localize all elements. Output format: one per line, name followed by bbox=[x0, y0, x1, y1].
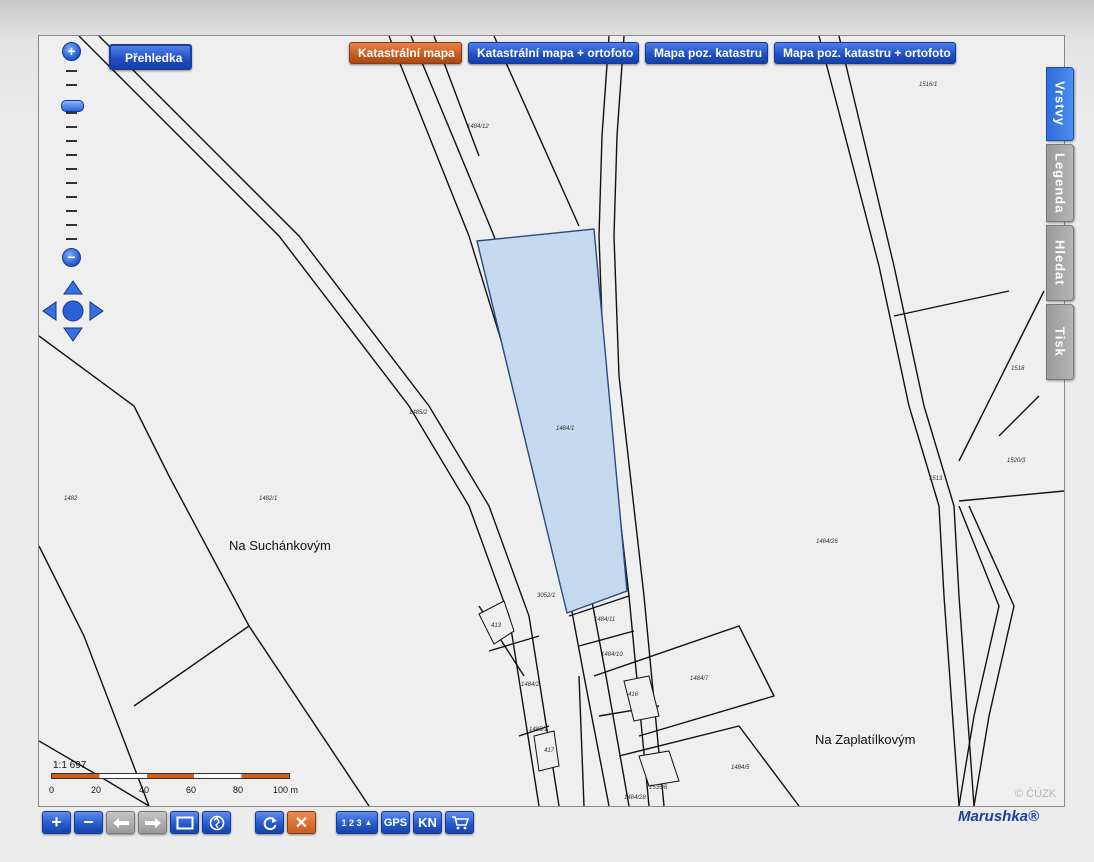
tab-legend[interactable]: Legenda bbox=[1046, 144, 1074, 222]
parcel-number: 1484/5 bbox=[731, 765, 750, 771]
parcel-number: 1484/12 bbox=[467, 124, 489, 130]
overview-button[interactable]: Přehledka bbox=[109, 44, 193, 70]
brand-logo: Marushka® bbox=[958, 808, 1040, 825]
parcel-number: 1485/1 bbox=[529, 727, 548, 733]
tab-print-label: Tisk bbox=[1052, 327, 1068, 357]
refresh-icon[interactable] bbox=[255, 811, 284, 834]
parcel-number: 1484/28 bbox=[624, 795, 646, 801]
zoom-tick bbox=[66, 70, 77, 72]
tab-legend-label: Legenda bbox=[1052, 152, 1068, 214]
zoom-out-tool[interactable]: − bbox=[74, 811, 103, 834]
parcel-number: 1516/1 bbox=[919, 82, 938, 88]
parcel-number: 1484/10 bbox=[601, 652, 623, 658]
scale-tick: 20 bbox=[91, 785, 102, 795]
cadastral-lines bbox=[39, 36, 1064, 806]
scale-tick: 80 bbox=[233, 785, 244, 795]
pan-down-icon[interactable] bbox=[63, 327, 83, 342]
pan-up-icon[interactable] bbox=[63, 280, 83, 295]
tab-search-label: Hledat bbox=[1052, 240, 1068, 286]
zoom-tick bbox=[66, 84, 77, 86]
map-type-cadastral-ortho[interactable]: Katastrální mapa + ortofoto bbox=[468, 42, 639, 64]
pan-control[interactable] bbox=[42, 280, 104, 342]
zoom-slider-handle[interactable] bbox=[61, 100, 84, 112]
zoom-tick bbox=[66, 126, 77, 128]
parcel-number: 1484/7 bbox=[690, 676, 709, 682]
tab-layers-label: Vrstvy bbox=[1052, 81, 1068, 127]
pan-right-icon[interactable] bbox=[89, 301, 104, 321]
parcel-number: 1518 bbox=[1011, 366, 1025, 372]
parcel-number: 413 bbox=[491, 623, 502, 629]
parcel-number: 1535/6 bbox=[649, 785, 668, 791]
map-type-historic[interactable]: Mapa poz. katastru bbox=[645, 42, 768, 64]
zoom-rectangle-icon[interactable] bbox=[170, 811, 199, 834]
zoom-in-tool[interactable]: + bbox=[42, 811, 71, 834]
cart-icon[interactable] bbox=[445, 811, 474, 834]
zoom-tick bbox=[66, 140, 77, 142]
tab-print[interactable]: Tisk bbox=[1046, 304, 1074, 380]
map-canvas[interactable]: Na Suchánkovým Na Zaplatílkovým 1484/12 … bbox=[38, 35, 1065, 807]
zoom-tick bbox=[66, 168, 77, 170]
zoom-tick bbox=[66, 210, 77, 212]
zoom-tick bbox=[66, 112, 77, 114]
parcel-number: 416 bbox=[628, 692, 639, 698]
scale-tick: 60 bbox=[186, 785, 197, 795]
measure-icon[interactable]: 1 2 3 ▲ bbox=[336, 811, 378, 834]
scale-ratio: 1:1 697 bbox=[53, 760, 87, 771]
parcel-number: 1484/26 bbox=[816, 539, 838, 545]
zoom-tick bbox=[66, 154, 77, 156]
scale-bar: 1:1 697 0 20 40 60 80 100 m bbox=[49, 758, 319, 804]
pan-left-icon[interactable] bbox=[42, 301, 57, 321]
scale-bar-graphic bbox=[51, 773, 290, 779]
parcel-number: 1482/1 bbox=[259, 496, 278, 502]
parcel-number: 1484/1 bbox=[556, 426, 575, 432]
map-type-cadastral[interactable]: Katastrální mapa bbox=[349, 42, 462, 64]
zoom-in-button[interactable]: + bbox=[62, 42, 81, 61]
map-type-historic-ortho[interactable]: Mapa poz. katastru + ortofoto bbox=[774, 42, 956, 64]
zoom-tick bbox=[66, 182, 77, 184]
zoom-tick bbox=[66, 224, 77, 226]
zoom-tick bbox=[66, 196, 77, 198]
zoom-out-button[interactable]: − bbox=[62, 248, 81, 267]
parcel-number: 3052/1 bbox=[537, 593, 556, 599]
back-arrow-icon[interactable] bbox=[106, 811, 135, 834]
scale-tick: 100 m bbox=[273, 785, 299, 795]
tab-layers[interactable]: Vrstvy bbox=[1046, 67, 1074, 141]
scale-tick: 0 bbox=[49, 785, 55, 795]
globe-icon[interactable] bbox=[202, 811, 231, 834]
parcel-number: 1520/3 bbox=[1007, 458, 1026, 464]
measure-label: 1 2 3 bbox=[341, 817, 362, 828]
copyright: © ČÚZK bbox=[1015, 788, 1057, 800]
gps-button[interactable]: GPS bbox=[381, 811, 410, 834]
clear-icon[interactable]: ✕ bbox=[287, 811, 316, 834]
forward-arrow-icon[interactable] bbox=[138, 811, 167, 834]
parcel-number: 1485/2 bbox=[409, 410, 428, 416]
parcel-number: 1484/2 bbox=[521, 682, 540, 688]
tab-search[interactable]: Hledat bbox=[1046, 225, 1074, 301]
parcel-number: 1513 bbox=[929, 476, 943, 482]
scale-tick: 40 bbox=[139, 785, 150, 795]
pan-center-icon[interactable] bbox=[62, 300, 84, 322]
parcel-number: 417 bbox=[544, 748, 555, 754]
parcel-number: 1484/11 bbox=[594, 617, 616, 623]
place-name-east: Na Zaplatílkovým bbox=[815, 732, 916, 747]
zoom-tick bbox=[66, 238, 77, 240]
kn-button[interactable]: KN bbox=[413, 811, 442, 834]
parcel-number: 1482 bbox=[64, 496, 78, 502]
place-name-west: Na Suchánkovým bbox=[229, 538, 331, 553]
